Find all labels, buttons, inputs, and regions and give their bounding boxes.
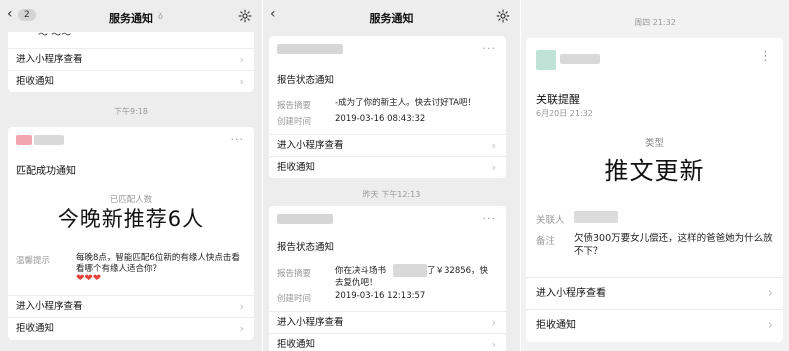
big-highlight-text: 今晚新推荐6人: [57, 207, 205, 231]
summary-value-part-3: 去复仇吧！: [335, 278, 378, 288]
chevron-right-icon: ›: [239, 322, 244, 335]
row-label: 拒收通知: [536, 320, 576, 331]
row-label: 进入小程序查看: [277, 317, 344, 328]
card-heading: 匹配成功通知: [16, 166, 76, 177]
report-notice-card-2: ··· 报告状态通知 报告摘要 你在决斗场书 了￥32856，快 去复仇吧！ 创…: [269, 206, 506, 351]
chat-panel-service-notice-1: ‹ 2 服务通知 ǒ ～ ～～ 进入小程序查看 › 拒收通知 › 下午9:18 ··…: [0, 0, 262, 351]
created-time-value: 2019-03-16 08:43:32: [335, 114, 426, 124]
summary-value-part-2: 了￥32856，快: [427, 266, 489, 276]
created-time-value: 2019-03-16 12:13:57: [335, 291, 426, 301]
created-time-label: 创建时间: [277, 294, 312, 304]
row-label: 进入小程序查看: [16, 301, 83, 312]
more-icon[interactable]: ···: [483, 42, 497, 55]
chevron-right-icon: ›: [491, 139, 496, 152]
card-heading: 关联提醒: [536, 93, 580, 106]
message-timestamp: 昨天 下午12:13: [362, 190, 421, 199]
row-label: 进入小程序查看: [536, 288, 606, 299]
related-person-label: 关联人: [536, 215, 565, 226]
summary-label: 报告摘要: [277, 101, 312, 111]
page-title: 服务通知: [109, 12, 153, 25]
nav-bar: ‹ 服务通知: [263, 0, 520, 32]
chevron-right-icon: ›: [767, 318, 773, 333]
reject-notice-row[interactable]: 拒收通知 ›: [269, 156, 506, 178]
blurred-redaction: [393, 264, 427, 277]
chevron-right-icon: ›: [239, 300, 244, 313]
reject-notice-row[interactable]: 拒收通知 ›: [269, 333, 506, 351]
card-header: ···: [269, 36, 506, 64]
reject-notice-row[interactable]: 拒收通知 ›: [8, 70, 254, 92]
link-reminder-card: ⋮ 关联提醒 6月20日 21:32 类型 推文更新 关联人 备注 欠债300万…: [526, 38, 783, 342]
row-label: 进入小程序查看: [16, 54, 83, 65]
card-header: ···: [269, 206, 506, 234]
summary-value-part-1: 你在决斗场书: [335, 266, 387, 276]
more-icon[interactable]: ···: [231, 133, 245, 146]
row-label: 拒收通知: [16, 323, 55, 334]
message-timestamp: 下午9:18: [114, 107, 148, 116]
reject-notice-row[interactable]: 拒收通知 ›: [8, 317, 254, 339]
sender-name-blurred: [34, 135, 64, 145]
summary-value: -成为了你的新主人。快去讨好TA吧！: [335, 98, 476, 108]
row-label: 拒收通知: [16, 76, 55, 87]
note-label: 备注: [536, 236, 556, 247]
open-miniprogram-row[interactable]: 进入小程序查看 ›: [8, 48, 254, 70]
hint-label: 温馨提示: [16, 256, 51, 266]
gear-icon[interactable]: [496, 9, 510, 23]
card-heading: 报告状态通知: [277, 75, 335, 86]
sender-name-blurred: [560, 54, 600, 64]
row-label: 拒收通知: [277, 162, 316, 173]
related-person-blurred: [574, 211, 618, 223]
page-title: 服务通知: [369, 12, 414, 25]
note-value: 欠债300万要女儿偿还，这样的爸爸她为什么放不下？: [574, 233, 773, 257]
nav-bar: ‹ 2 服务通知 ǒ: [0, 0, 262, 32]
hearts-emoji: ❤❤❤: [76, 273, 102, 284]
more-vertical-icon[interactable]: ⋮: [759, 49, 773, 64]
chevron-right-icon: ›: [239, 75, 244, 88]
gear-icon[interactable]: [238, 9, 252, 23]
chat-panel-service-notice-2: ‹ 服务通知 ··· 报告状态通知 报告摘要 -成为了你的新主人。快去讨好TA吧…: [263, 0, 520, 351]
avatar: [536, 50, 556, 70]
hint-text: 每晚8点，智能匹配6位新的有缘人快点击看看哪个有缘人适合你？: [76, 253, 240, 274]
big-highlight-text: 推文更新: [604, 157, 705, 185]
row-label: 进入小程序查看: [277, 140, 344, 151]
more-icon[interactable]: ···: [483, 212, 497, 225]
avatar: [16, 135, 32, 145]
row-label: 拒收通知: [277, 339, 316, 350]
open-miniprogram-row[interactable]: 进入小程序查看 ›: [269, 311, 506, 333]
partial-text: ～ ～～: [38, 32, 72, 41]
report-notice-card-1: ··· 报告状态通知 报告摘要 -成为了你的新主人。快去讨好TA吧！ 创建时间 …: [269, 36, 506, 178]
chevron-right-icon: ›: [491, 161, 496, 174]
card-header: ⋮: [526, 38, 783, 78]
card-date: 6月20日 21:32: [536, 109, 593, 118]
chevron-right-icon: ›: [767, 286, 773, 301]
avatar: [277, 44, 343, 54]
avatar: [277, 214, 333, 224]
reject-notice-row[interactable]: 拒收通知 ›: [526, 309, 783, 341]
card-heading: 报告状态通知: [277, 242, 335, 253]
type-label: 类型: [644, 138, 664, 149]
notice-card-partial: ～ ～～ 进入小程序查看 › 拒收通知 ›: [8, 32, 254, 92]
chat-panel-link-reminder: 周四 21:32 ⋮ 关联提醒 6月20日 21:32 类型 推文更新 关联人 …: [521, 0, 789, 351]
open-miniprogram-row[interactable]: 进入小程序查看 ›: [526, 277, 783, 309]
created-time-label: 创建时间: [277, 117, 312, 127]
card-header: ···: [8, 127, 254, 155]
match-notice-card: ··· 匹配成功通知 已匹配人数 今晚新推荐6人 温馨提示 每晚8点，智能匹配6…: [8, 127, 254, 340]
chevron-right-icon: ›: [491, 316, 496, 329]
message-timestamp: 周四 21:32: [634, 18, 676, 27]
open-miniprogram-row[interactable]: 进入小程序查看 ›: [269, 134, 506, 156]
summary-label: 报告摘要: [277, 269, 312, 279]
open-miniprogram-row[interactable]: 进入小程序查看 ›: [8, 295, 254, 317]
chevron-right-icon: ›: [239, 53, 244, 66]
chevron-right-icon: ›: [491, 338, 496, 351]
mute-icon: ǒ: [158, 12, 163, 21]
